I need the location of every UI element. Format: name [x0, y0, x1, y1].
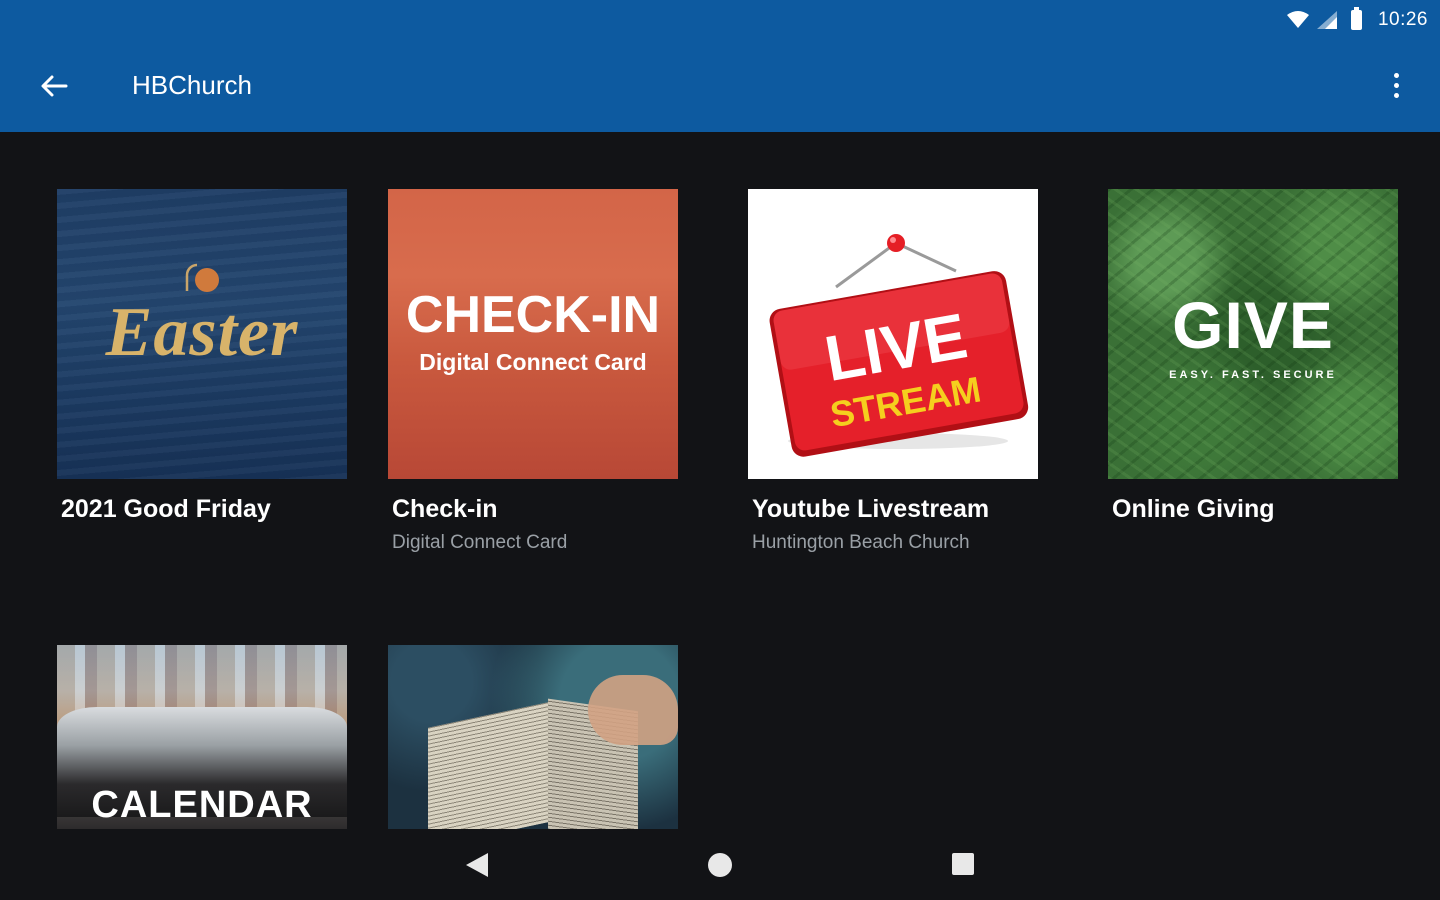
tile-youtube-livestream[interactable]: LIVE STREAM Youtube Livestream Huntingto… [748, 189, 1038, 554]
tile-subtitle: Huntington Beach Church [752, 532, 970, 553]
thumbnail-subtext: EASY. FAST. SECURE [1169, 369, 1337, 381]
tile-title: Youtube Livestream [752, 495, 990, 523]
tile-title: Online Giving [1112, 495, 1275, 523]
live-stream-sign-icon: LIVE STREAM [769, 234, 1029, 457]
tile-subtitle: Digital Connect Card [392, 532, 568, 553]
system-nav-bar [0, 830, 1440, 900]
thumbnail-text: CHECK-IN [405, 286, 661, 344]
easter-thumbnail: Easter [57, 189, 347, 479]
tile-calendar[interactable]: CALENDAR [57, 645, 347, 829]
more-vert-icon [1393, 72, 1399, 78]
arrow-left-icon [41, 75, 68, 97]
back-button[interactable] [30, 64, 78, 108]
nav-home-icon[interactable] [708, 853, 732, 877]
check-in-thumbnail: CHECK-IN Digital Connect Card [388, 189, 678, 479]
status-bar: 10:26 [1286, 6, 1428, 34]
church-logo-icon [185, 263, 219, 292]
wifi-icon [1286, 11, 1309, 28]
app-bar: 10:26 HBChurch [0, 0, 1440, 132]
overflow-menu-button[interactable] [1376, 62, 1416, 108]
page-title: HBChurch [132, 70, 252, 100]
tile-good-friday[interactable]: Easter 2021 Good Friday [57, 189, 347, 524]
tile-online-giving[interactable]: GIVE EASY. FAST. SECURE Online Giving [1108, 189, 1398, 524]
nav-back-icon[interactable] [464, 852, 490, 878]
tile-check-in[interactable]: CHECK-IN Digital Connect Card Check-in D… [388, 189, 678, 554]
tile-title: Check-in [392, 495, 498, 523]
thumbnail-text: GIVE [1172, 288, 1334, 362]
tile-bible[interactable] [388, 645, 678, 829]
thumbnail-text: Easter [105, 294, 299, 371]
bible-thumbnail [388, 645, 678, 829]
thumbnail-text: CALENDAR [91, 784, 313, 826]
signal-icon [1316, 11, 1337, 29]
battery-icon [1350, 7, 1362, 30]
live-stream-thumbnail: LIVE STREAM [748, 189, 1038, 479]
thumbnail-subtext: Digital Connect Card [419, 349, 647, 375]
nav-recents-icon[interactable] [952, 853, 974, 875]
give-thumbnail: GIVE EASY. FAST. SECURE [1108, 189, 1398, 479]
status-time: 10:26 [1377, 9, 1428, 30]
calendar-thumbnail: CALENDAR [57, 645, 347, 829]
tile-title: 2021 Good Friday [61, 495, 271, 523]
